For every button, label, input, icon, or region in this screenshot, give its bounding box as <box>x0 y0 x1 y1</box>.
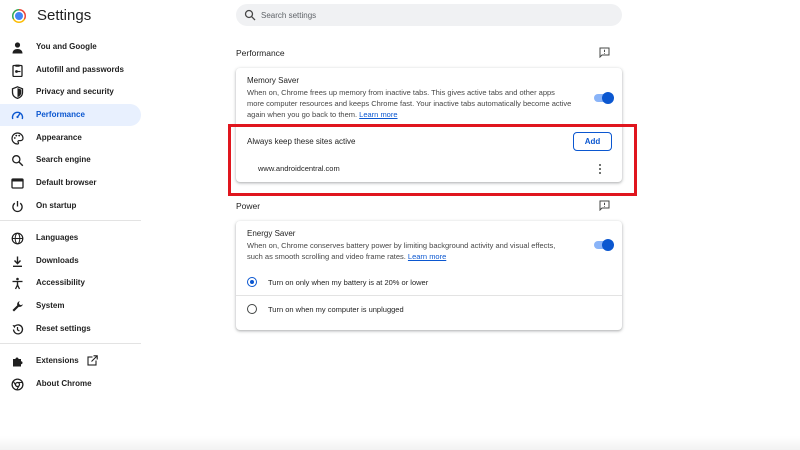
sidebar-item-privacy[interactable]: Privacy and security <box>0 81 141 103</box>
sidebar-item-system[interactable]: System <box>0 295 141 317</box>
energy-saver-toggle[interactable] <box>594 239 614 251</box>
shield-icon <box>11 86 24 99</box>
radio-when-unplugged[interactable] <box>247 304 257 314</box>
sidebar-item-languages[interactable]: Languages <box>0 227 141 249</box>
energy-saver-description-text: When on, Chrome conserves battery power … <box>247 241 556 261</box>
radio-label-when-unplugged: Turn on when my computer is unplugged <box>268 305 404 314</box>
search-icon <box>12 155 24 167</box>
section-title-power: Power <box>236 201 261 211</box>
feedback-icon[interactable] <box>599 200 610 211</box>
card-divider <box>236 295 622 296</box>
accessibility-icon <box>12 277 23 290</box>
highlight-annotation-box <box>228 124 637 196</box>
sidebar-item-label: Autofill and passwords <box>36 65 125 74</box>
sidebar-item-appearance[interactable]: Appearance <box>0 127 141 149</box>
sidebar-item-on-startup[interactable]: On startup <box>0 195 141 217</box>
bottom-edge-shadow <box>0 436 800 450</box>
sidebar-item-label: Downloads <box>36 256 79 265</box>
download-icon <box>13 256 22 268</box>
puzzle-icon <box>13 357 23 367</box>
sidebar-item-label: Default browser <box>36 178 97 187</box>
sidebar-item-label: Extensions <box>36 356 79 365</box>
section-title-performance: Performance <box>236 48 285 58</box>
memory-saver-learn-more-link[interactable]: Learn more <box>359 110 397 119</box>
sidebar-item-label: Accessibility <box>36 278 85 287</box>
energy-saver-learn-more-link[interactable]: Learn more <box>408 252 446 261</box>
app-header: Settings <box>0 0 800 32</box>
browser-window-icon <box>11 178 24 189</box>
clipboard-key-icon <box>12 64 23 77</box>
sidebar-item-label: You and Google <box>36 42 97 51</box>
memory-saver-description-text: When on, Chrome frees up memory from ina… <box>247 88 572 119</box>
sidebar-divider <box>0 343 141 344</box>
sidebar-item-reset-settings[interactable]: Reset settings <box>0 318 141 340</box>
sidebar-item-autofill[interactable]: Autofill and passwords <box>0 59 141 81</box>
chrome-icon <box>11 378 24 391</box>
sidebar-item-downloads[interactable]: Downloads <box>0 250 141 272</box>
sidebar-item-label: Search engine <box>36 155 91 164</box>
globe-icon <box>11 232 24 245</box>
sidebar-item-label: System <box>36 301 65 310</box>
sidebar-item-performance[interactable]: Performance <box>0 104 141 126</box>
memory-saver-toggle[interactable] <box>594 92 614 104</box>
radio-battery-20-percent[interactable] <box>247 277 257 287</box>
chrome-logo-icon <box>12 9 26 23</box>
sidebar-item-label: Performance <box>36 110 85 119</box>
search-icon <box>244 9 256 21</box>
reset-history-icon <box>12 324 24 335</box>
sidebar-item-accessibility[interactable]: Accessibility <box>0 272 141 294</box>
external-link-icon <box>87 355 98 366</box>
energy-saver-title: Energy Saver <box>247 229 296 238</box>
toggle-knob <box>602 92 614 104</box>
person-icon <box>12 42 23 54</box>
speedometer-icon <box>11 111 24 120</box>
power-card: Energy Saver When on, Chrome conserves b… <box>236 221 622 330</box>
sidebar-item-extensions[interactable]: Extensions <box>0 350 141 372</box>
memory-saver-description: When on, Chrome frees up memory from ina… <box>247 87 572 120</box>
sidebar-divider <box>0 220 141 221</box>
sidebar-item-search-engine[interactable]: Search engine <box>0 149 141 171</box>
sidebar-item-label: About Chrome <box>36 379 92 388</box>
power-icon <box>12 201 23 213</box>
sidebar-item-label: Privacy and security <box>36 87 114 96</box>
sidebar-item-label: Appearance <box>36 133 82 142</box>
page-title: Settings <box>37 7 92 24</box>
sidebar-item-you-and-google[interactable]: You and Google <box>0 36 141 58</box>
energy-saver-description: When on, Chrome conserves battery power … <box>247 240 572 262</box>
sidebar-item-label: Reset settings <box>36 324 91 333</box>
radio-label-battery-20-percent: Turn on only when my battery is at 20% o… <box>268 278 429 287</box>
memory-saver-title: Memory Saver <box>247 76 300 85</box>
wrench-icon <box>12 301 23 312</box>
sidebar-item-label: On startup <box>36 201 77 210</box>
search-input[interactable] <box>261 4 601 26</box>
sidebar-item-label: Languages <box>36 233 79 242</box>
palette-icon <box>11 132 24 145</box>
toggle-knob <box>602 239 614 251</box>
feedback-icon[interactable] <box>599 47 610 58</box>
search-bar[interactable] <box>236 4 622 26</box>
sidebar-item-default-browser[interactable]: Default browser <box>0 172 141 194</box>
sidebar-item-about-chrome[interactable]: About Chrome <box>0 373 141 395</box>
